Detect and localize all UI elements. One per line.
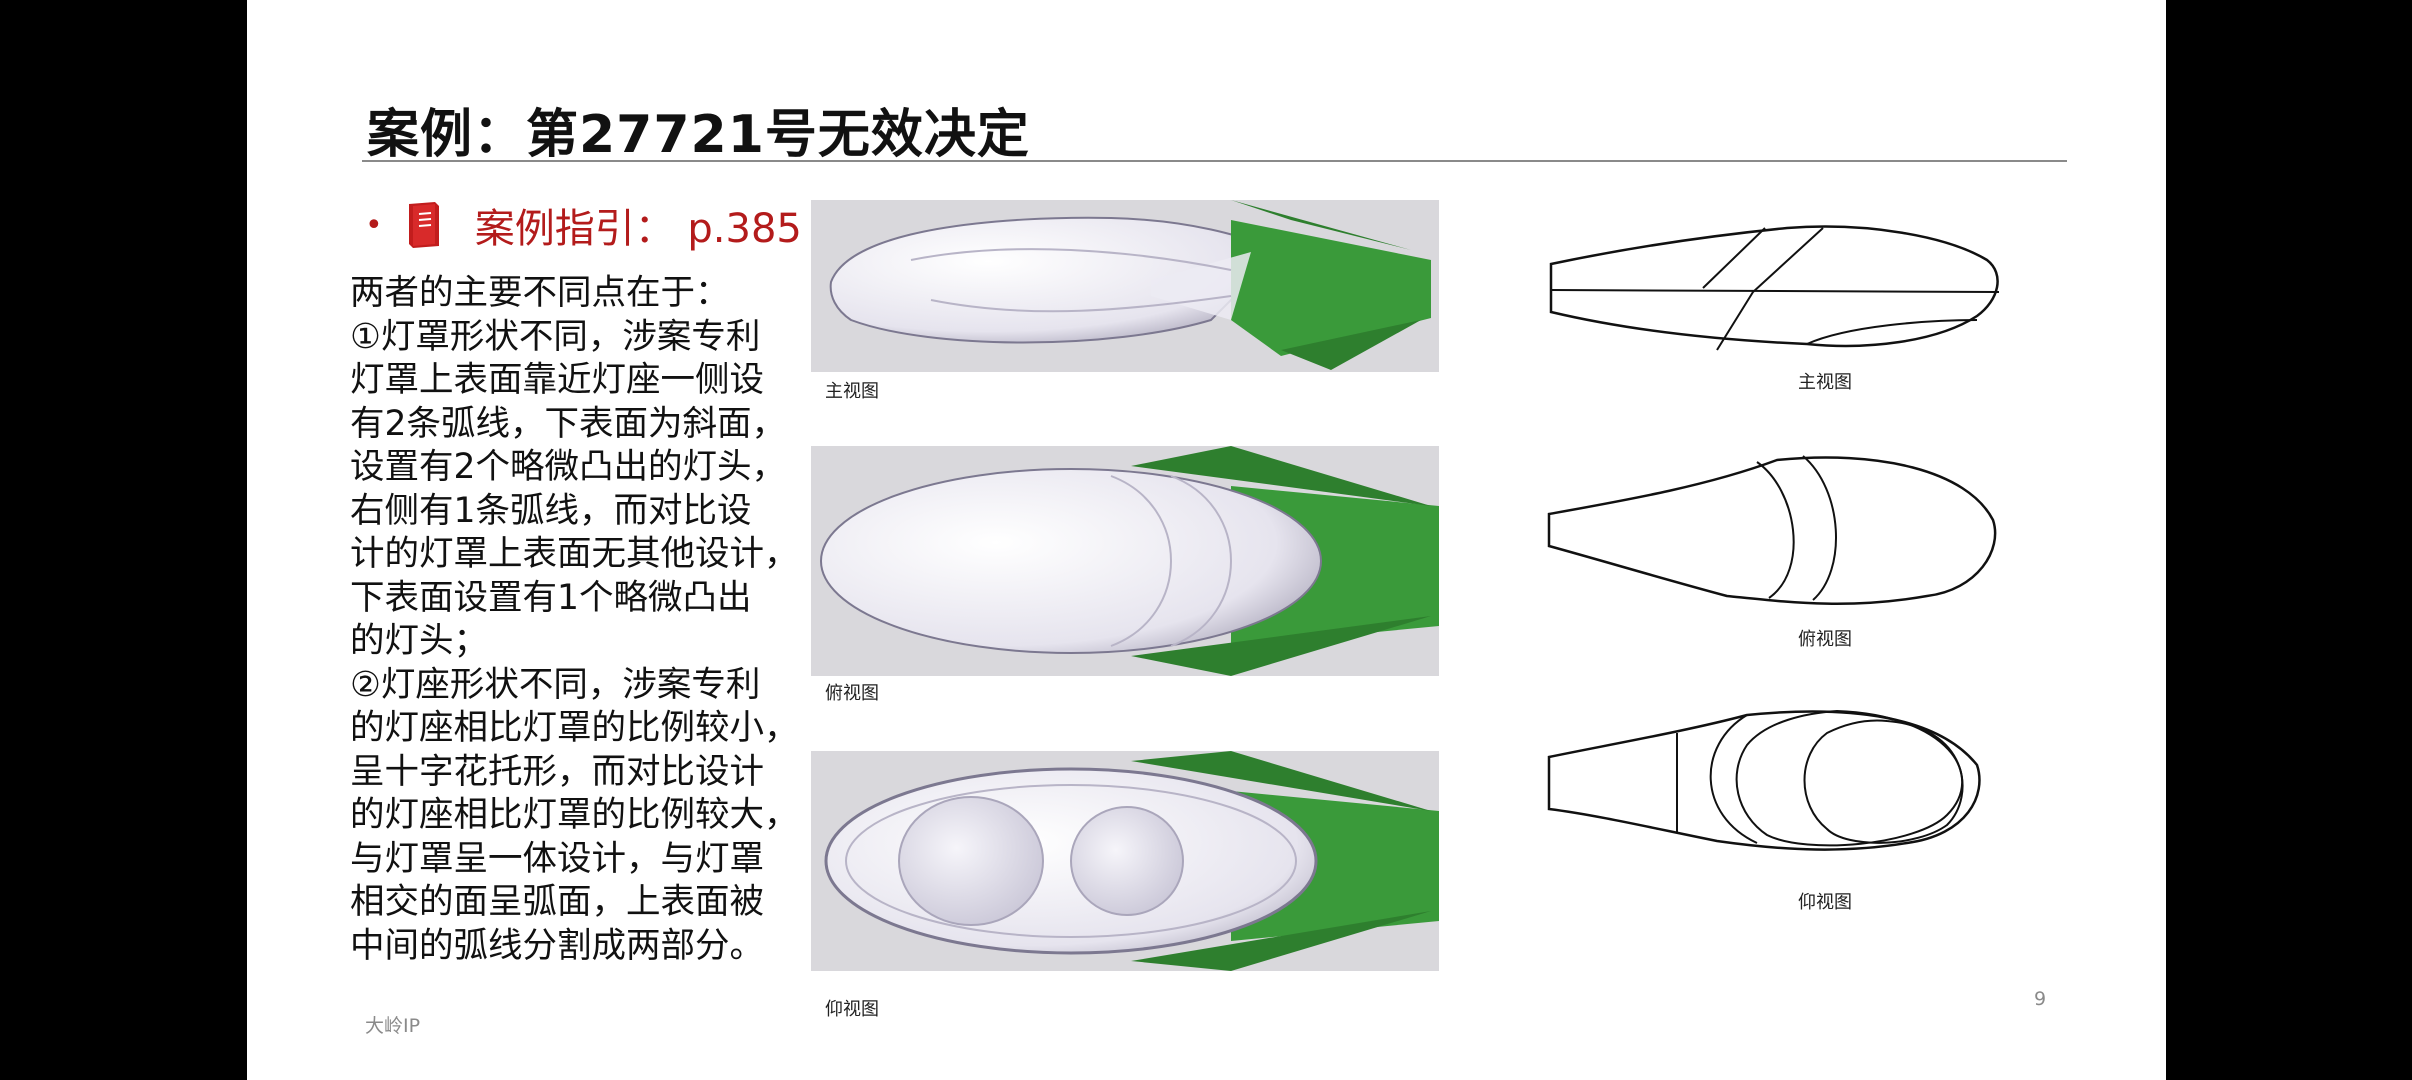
- bullet: •: [365, 208, 383, 243]
- patent-bottom-view-image: [811, 751, 1439, 971]
- comparison-text: 两者的主要不同点在于： ①灯罩形状不同，涉案专利 灯罩上表面靠近灯座一侧设 有2…: [350, 272, 820, 968]
- page-number: 9: [2034, 988, 2046, 1010]
- text-line: 与灯罩呈一体设计，与灯罩: [350, 838, 820, 882]
- patent-top-view-image: [811, 446, 1439, 676]
- page-title: 案例：第27721号无效决定: [367, 92, 1030, 167]
- text-line: ②灯座形状不同，涉案专利: [350, 664, 820, 708]
- text-line: 计的灯罩上表面无其他设计，: [350, 533, 820, 577]
- text-line: 有2条弧线，下表面为斜面，: [350, 403, 820, 447]
- text-line: 呈十字花托形，而对比设计: [350, 751, 820, 795]
- comparison-bottom-view-caption: 仰视图: [1798, 888, 1852, 914]
- comparison-front-view-caption: 主视图: [1798, 368, 1852, 394]
- text-line: 相交的面呈弧面，上表面被: [350, 881, 820, 925]
- footer-brand: 大岭IP: [365, 1011, 420, 1038]
- text-line: 右侧有1条弧线，而对比设: [350, 490, 820, 534]
- text-line: 灯罩上表面靠近灯座一侧设: [350, 359, 820, 403]
- slide: 案例：第27721号无效决定 • 案例指引： p.385 两者的主要不同点在于：…: [247, 0, 2166, 1080]
- text-line: 的灯头；: [350, 620, 820, 664]
- comparison-top-view-caption: 俯视图: [1798, 625, 1852, 651]
- text-line: 中间的弧线分割成两部分。: [350, 925, 820, 969]
- text-line: 两者的主要不同点在于：: [350, 272, 820, 316]
- patent-front-view-caption: 主视图: [825, 377, 879, 403]
- comparison-front-view-drawing: [1547, 220, 2007, 360]
- text-line: 的灯座相比灯罩的比例较小，: [350, 707, 820, 751]
- patent-bottom-view-caption: 仰视图: [825, 995, 879, 1021]
- case-guide-text: 案例指引： p.385: [475, 196, 802, 254]
- text-line: ①灯罩形状不同，涉案专利: [350, 316, 820, 360]
- book-icon: [405, 200, 445, 250]
- title-divider: [362, 160, 2067, 162]
- patent-front-view-image: [811, 200, 1439, 372]
- case-guide: • 案例指引： p.385: [365, 190, 802, 260]
- comparison-bottom-view-drawing: [1547, 705, 1987, 855]
- patent-top-view-caption: 俯视图: [825, 679, 879, 705]
- text-line: 设置有2个略微凸出的灯头，: [350, 446, 820, 490]
- text-line: 下表面设置有1个略微凸出: [350, 577, 820, 621]
- text-line: 的灯座相比灯罩的比例较大，: [350, 794, 820, 838]
